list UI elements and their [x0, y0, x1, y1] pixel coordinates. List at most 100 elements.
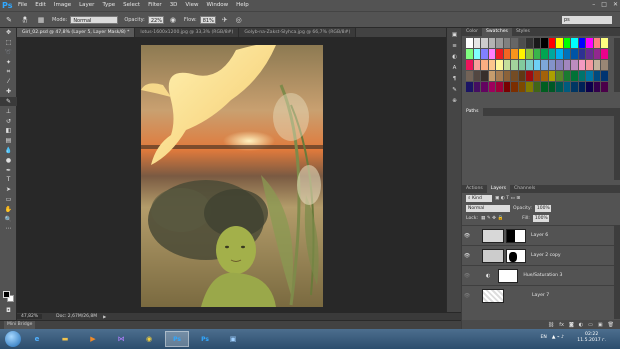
shape-tool-icon[interactable]: ▭ — [0, 195, 17, 205]
color-swatch[interactable] — [556, 82, 563, 92]
color-swatch[interactable] — [518, 38, 526, 48]
color-swatch[interactable] — [548, 60, 556, 70]
opacity-input[interactable]: 22% — [147, 15, 164, 24]
language-indicator[interactable]: EN — [541, 335, 547, 340]
color-swatch[interactable] — [541, 38, 548, 48]
filter-icons[interactable]: ▣ ◐ T ▭ ⊞ — [495, 196, 520, 201]
color-swatch[interactable] — [533, 82, 541, 92]
more-tools-icon[interactable]: ⋯ — [0, 224, 17, 234]
mini-bridge-tab[interactable]: Mini Bridge — [4, 321, 36, 329]
color-swatch[interactable] — [548, 82, 556, 92]
document-canvas[interactable] — [141, 45, 323, 307]
media-player-icon[interactable]: ▶ — [81, 331, 105, 347]
layer-row[interactable]: 👁 ◐ Hue/Saturation 3 — [462, 265, 614, 285]
move-tool-icon[interactable]: ✥ — [0, 28, 17, 38]
brush-panel-icon[interactable]: ▦ — [36, 15, 46, 25]
color-swatch[interactable] — [518, 60, 526, 70]
color-swatch[interactable] — [533, 49, 541, 59]
maximize-button[interactable]: □ — [601, 1, 607, 8]
color-swatch[interactable] — [481, 60, 488, 70]
hand-tool-icon[interactable]: ✋ — [0, 204, 17, 214]
link-layers-icon[interactable]: ⛓ — [548, 322, 554, 328]
crop-tool-icon[interactable]: ⌗ — [0, 67, 17, 77]
color-swatch[interactable] — [518, 49, 526, 59]
adjustment-icon[interactable]: ◐ — [579, 322, 583, 328]
layer-opacity-input[interactable]: 100% — [534, 204, 551, 212]
menu-image[interactable]: Image — [50, 0, 75, 11]
color-swatch[interactable] — [571, 49, 578, 59]
color-swatch[interactable] — [586, 60, 593, 70]
chrome-icon[interactable]: ◉ — [137, 331, 161, 347]
color-swatch[interactable] — [496, 49, 503, 59]
layers-scrollbar[interactable] — [614, 225, 620, 319]
marquee-tool-icon[interactable]: ⬚ — [0, 38, 17, 48]
color-swatch[interactable] — [578, 49, 586, 59]
color-swatch[interactable] — [488, 82, 496, 92]
color-swatch[interactable] — [488, 38, 496, 48]
tab-layers[interactable]: Layers — [486, 185, 510, 193]
color-swatch[interactable] — [541, 82, 548, 92]
color-swatch[interactable] — [548, 71, 556, 81]
brush-preset-picker[interactable]: ● 97 — [18, 15, 32, 25]
pressure-opacity-icon[interactable]: ◉ — [168, 15, 178, 25]
path-select-tool-icon[interactable]: ➤ — [0, 185, 17, 195]
lock-icons[interactable]: ▦ ✎ ✥ 🔒 — [481, 216, 503, 221]
color-swatch[interactable] — [541, 49, 548, 59]
tab-paths[interactable]: Paths — [462, 108, 483, 116]
menu-view[interactable]: View — [181, 0, 202, 11]
clone-stamp-tool-icon[interactable]: ⊥ — [0, 106, 17, 116]
flow-input[interactable]: 81% — [199, 15, 216, 24]
properties-panel-icon[interactable]: ≡ — [447, 41, 462, 50]
color-swatch[interactable] — [481, 71, 488, 81]
tab-color[interactable]: Color — [462, 28, 482, 36]
tray-icons[interactable]: ▲ ⌁ ♪ — [552, 335, 564, 340]
app-icon[interactable]: ⋈ — [109, 331, 133, 347]
color-swatch[interactable] — [518, 82, 526, 92]
add-mask-icon[interactable]: ◙ — [569, 322, 574, 328]
type-tool-icon[interactable]: T — [0, 175, 17, 185]
color-swatch[interactable] — [556, 60, 563, 70]
color-swatch[interactable] — [593, 82, 601, 92]
visibility-eye-icon[interactable]: 👁 — [462, 253, 472, 259]
color-swatch[interactable] — [511, 38, 518, 48]
photoshop-taskbar-icon[interactable]: Ps — [165, 331, 189, 347]
quick-mask-icon[interactable]: ◘ — [0, 306, 17, 316]
quick-select-tool-icon[interactable]: ✦ — [0, 57, 17, 67]
color-swatch[interactable] — [586, 38, 593, 48]
foreground-color-swatch[interactable] — [3, 291, 10, 298]
tab-swatches[interactable]: Swatches — [482, 28, 512, 36]
tab-girl-02[interactable]: Girl_02.psd @ 47,8% (Layer 5, Layer Mask… — [17, 28, 136, 37]
color-swatch[interactable] — [593, 71, 601, 81]
color-swatch[interactable] — [496, 82, 503, 92]
start-button[interactable] — [5, 331, 21, 347]
menu-file[interactable]: File — [14, 0, 31, 11]
color-swatch[interactable] — [548, 49, 556, 59]
color-swatch[interactable] — [496, 38, 503, 48]
photoshop-taskbar-icon-2[interactable]: Ps — [193, 331, 217, 347]
color-swatch[interactable] — [601, 38, 608, 48]
color-swatch[interactable] — [481, 38, 488, 48]
ie-icon[interactable]: e — [25, 331, 49, 347]
color-swatch[interactable] — [511, 71, 518, 81]
color-swatch[interactable] — [563, 38, 571, 48]
layer-row[interactable]: 👁 Layer 7 — [462, 285, 614, 305]
color-swatch[interactable] — [533, 38, 541, 48]
color-swatch[interactable] — [593, 60, 601, 70]
color-swatch[interactable] — [511, 49, 518, 59]
color-swatch[interactable] — [563, 71, 571, 81]
eraser-tool-icon[interactable]: ◧ — [0, 126, 17, 136]
color-swatch[interactable] — [556, 49, 563, 59]
layer-row[interactable]: 👁 Layer 6 — [462, 225, 614, 245]
menu-type[interactable]: Type — [98, 0, 119, 11]
color-swatch[interactable] — [473, 82, 481, 92]
clock[interactable]: 02:22 11.5.2017 г. — [577, 332, 606, 344]
color-swatch[interactable] — [481, 49, 488, 59]
blur-tool-icon[interactable]: 💧 — [0, 146, 17, 156]
color-swatch[interactable] — [578, 71, 586, 81]
color-swatch[interactable] — [511, 60, 518, 70]
color-swatch[interactable] — [488, 60, 496, 70]
image-viewer-icon[interactable]: ▣ — [221, 331, 245, 347]
menu-3d[interactable]: 3D — [166, 0, 182, 11]
color-swatch[interactable] — [503, 71, 511, 81]
color-swatch[interactable] — [473, 38, 481, 48]
